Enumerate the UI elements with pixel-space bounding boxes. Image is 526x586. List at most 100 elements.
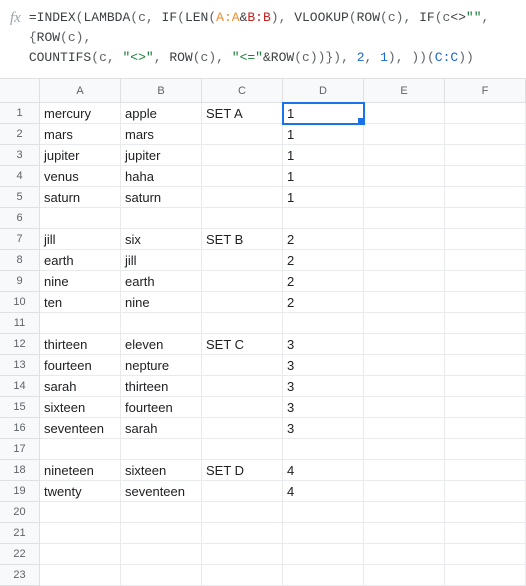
cell-a15[interactable]: sixteen: [40, 397, 121, 418]
cell-e3[interactable]: [364, 145, 445, 166]
column-header-e[interactable]: E: [364, 79, 445, 103]
cell-f21[interactable]: [445, 523, 526, 544]
row-header[interactable]: 3: [0, 145, 40, 166]
cell-e11[interactable]: [364, 313, 445, 334]
cell-d12[interactable]: 3: [283, 334, 364, 355]
cell-a3[interactable]: jupiter: [40, 145, 121, 166]
cell-e1[interactable]: [364, 103, 445, 124]
cell-c18[interactable]: SET D: [202, 460, 283, 481]
cell-d22[interactable]: [283, 544, 364, 565]
row-header[interactable]: 20: [0, 502, 40, 523]
cell-e8[interactable]: [364, 250, 445, 271]
cell-d8[interactable]: 2: [283, 250, 364, 271]
row-header[interactable]: 22: [0, 544, 40, 565]
cell-f22[interactable]: [445, 544, 526, 565]
cell-d23[interactable]: [283, 565, 364, 586]
cell-a19[interactable]: twenty: [40, 481, 121, 502]
cell-c7[interactable]: SET B: [202, 229, 283, 250]
row-header[interactable]: 23: [0, 565, 40, 586]
column-header-c[interactable]: C: [202, 79, 283, 103]
cell-e6[interactable]: [364, 208, 445, 229]
cell-d20[interactable]: [283, 502, 364, 523]
cell-c3[interactable]: [202, 145, 283, 166]
cell-d16[interactable]: 3: [283, 418, 364, 439]
cell-a17[interactable]: [40, 439, 121, 460]
cell-c12[interactable]: SET C: [202, 334, 283, 355]
cell-d21[interactable]: [283, 523, 364, 544]
cell-e17[interactable]: [364, 439, 445, 460]
cell-d15[interactable]: 3: [283, 397, 364, 418]
cell-c8[interactable]: [202, 250, 283, 271]
row-header[interactable]: 5: [0, 187, 40, 208]
row-header[interactable]: 1: [0, 103, 40, 124]
cell-b19[interactable]: seventeen: [121, 481, 202, 502]
cell-d6[interactable]: [283, 208, 364, 229]
cell-c9[interactable]: [202, 271, 283, 292]
cell-f12[interactable]: [445, 334, 526, 355]
cell-a2[interactable]: mars: [40, 124, 121, 145]
cell-c14[interactable]: [202, 376, 283, 397]
cell-e16[interactable]: [364, 418, 445, 439]
cell-e21[interactable]: [364, 523, 445, 544]
cell-f10[interactable]: [445, 292, 526, 313]
row-header[interactable]: 19: [0, 481, 40, 502]
cell-a16[interactable]: seventeen: [40, 418, 121, 439]
cell-e14[interactable]: [364, 376, 445, 397]
cell-b8[interactable]: jill: [121, 250, 202, 271]
cell-c23[interactable]: [202, 565, 283, 586]
row-header[interactable]: 4: [0, 166, 40, 187]
cell-b14[interactable]: thirteen: [121, 376, 202, 397]
cell-c15[interactable]: [202, 397, 283, 418]
cell-a14[interactable]: sarah: [40, 376, 121, 397]
cell-b12[interactable]: eleven: [121, 334, 202, 355]
column-header-f[interactable]: F: [445, 79, 526, 103]
cell-f7[interactable]: [445, 229, 526, 250]
cell-e10[interactable]: [364, 292, 445, 313]
cell-b22[interactable]: [121, 544, 202, 565]
row-header[interactable]: 11: [0, 313, 40, 334]
cell-e23[interactable]: [364, 565, 445, 586]
row-header[interactable]: 18: [0, 460, 40, 481]
cell-a23[interactable]: [40, 565, 121, 586]
cell-e7[interactable]: [364, 229, 445, 250]
row-header[interactable]: 8: [0, 250, 40, 271]
row-header[interactable]: 21: [0, 523, 40, 544]
cell-a9[interactable]: nine: [40, 271, 121, 292]
cell-a5[interactable]: saturn: [40, 187, 121, 208]
row-header[interactable]: 16: [0, 418, 40, 439]
cell-a20[interactable]: [40, 502, 121, 523]
cell-e18[interactable]: [364, 460, 445, 481]
cell-e13[interactable]: [364, 355, 445, 376]
cell-b16[interactable]: sarah: [121, 418, 202, 439]
cell-b6[interactable]: [121, 208, 202, 229]
cell-a12[interactable]: thirteen: [40, 334, 121, 355]
cell-c21[interactable]: [202, 523, 283, 544]
cell-d11[interactable]: [283, 313, 364, 334]
cell-b7[interactable]: six: [121, 229, 202, 250]
cell-a7[interactable]: jill: [40, 229, 121, 250]
cell-a22[interactable]: [40, 544, 121, 565]
cell-a1[interactable]: mercury: [40, 103, 121, 124]
cell-b10[interactable]: nine: [121, 292, 202, 313]
column-header-d[interactable]: D: [283, 79, 364, 103]
cell-e4[interactable]: [364, 166, 445, 187]
cell-a21[interactable]: [40, 523, 121, 544]
cell-f14[interactable]: [445, 376, 526, 397]
cell-e12[interactable]: [364, 334, 445, 355]
cell-c4[interactable]: [202, 166, 283, 187]
cell-f2[interactable]: [445, 124, 526, 145]
cell-c22[interactable]: [202, 544, 283, 565]
cell-f13[interactable]: [445, 355, 526, 376]
cell-c2[interactable]: [202, 124, 283, 145]
cell-f23[interactable]: [445, 565, 526, 586]
column-header-a[interactable]: A: [40, 79, 121, 103]
cell-f9[interactable]: [445, 271, 526, 292]
cell-d13[interactable]: 3: [283, 355, 364, 376]
cell-f15[interactable]: [445, 397, 526, 418]
cell-e20[interactable]: [364, 502, 445, 523]
cell-f6[interactable]: [445, 208, 526, 229]
cell-e9[interactable]: [364, 271, 445, 292]
row-header[interactable]: 9: [0, 271, 40, 292]
cell-a8[interactable]: earth: [40, 250, 121, 271]
formula-text[interactable]: =INDEX(LAMBDA(c, IF(LEN(A:A&B:B), VLOOKU…: [29, 8, 520, 68]
